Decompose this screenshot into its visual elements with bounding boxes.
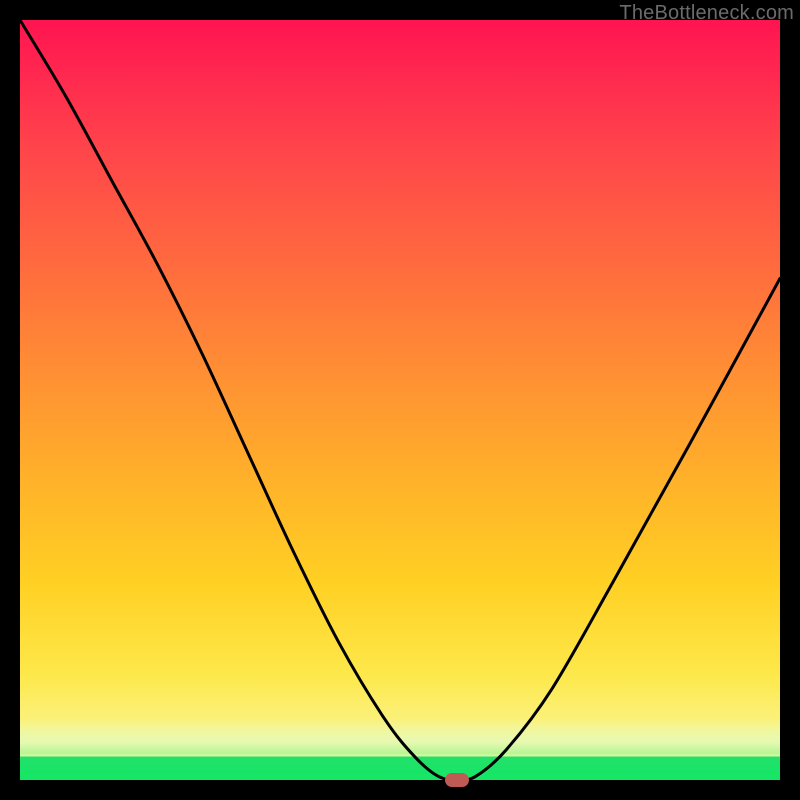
bottleneck-curve	[20, 20, 780, 780]
plot-area	[20, 20, 780, 780]
chart-frame: TheBottleneck.com	[0, 0, 800, 800]
optimal-marker	[445, 773, 469, 787]
